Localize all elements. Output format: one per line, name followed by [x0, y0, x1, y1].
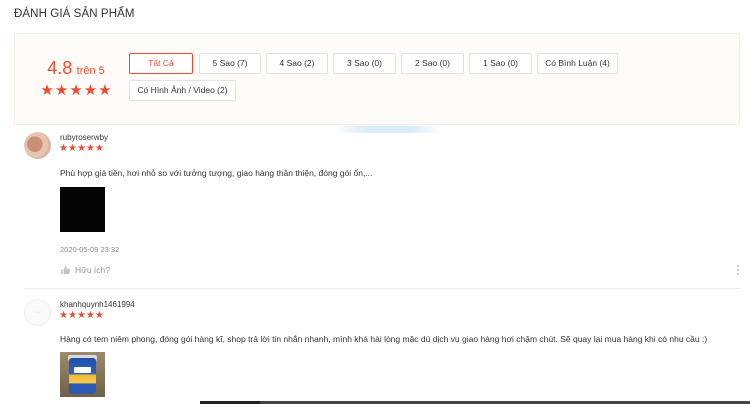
filter-1-star-button[interactable]: 1 Sao (0)	[469, 53, 532, 74]
helpful-button[interactable]: Hữu ích?	[60, 265, 110, 275]
username[interactable]: khanhquynh1461994	[60, 300, 135, 309]
more-options-icon[interactable]	[737, 265, 740, 275]
star-icon: ★	[76, 310, 86, 321]
review-time: 2020-05-09 23:32	[60, 245, 120, 254]
star-icon: ★	[69, 82, 83, 99]
filter-with-comment-button[interactable]: Có Bình Luận (4)	[537, 53, 618, 74]
filter-3-star-button[interactable]: 3 Sao (0)	[333, 53, 396, 74]
review-stars: ★ ★ ★ ★ ★	[59, 144, 104, 154]
username[interactable]: rubyroserwby	[60, 133, 108, 142]
star-icon: ★	[85, 143, 95, 154]
review-item: rubyroserwby ★ ★ ★ ★ ★ Phù hợp giá tiền,…	[24, 132, 740, 282]
star-icon: ★	[98, 82, 112, 99]
star-icon: ★	[83, 82, 98, 99]
filter-all-button[interactable]: Tất Cả	[129, 53, 193, 74]
filter-4-star-button[interactable]: 4 Sao (2)	[266, 53, 328, 74]
avatar[interactable]	[24, 132, 51, 159]
review-image[interactable]	[60, 187, 105, 232]
star-icon: ★	[94, 143, 104, 154]
score-line: 4.8 trên 5	[37, 58, 115, 79]
star-icon: ★	[67, 143, 77, 154]
star-icon: ★	[59, 310, 68, 321]
overview-stars: ★ ★ ★ ★ ★	[37, 83, 115, 98]
review-item: ··· khanhquynh1461994 ★ ★ ★ ★ ★ Hàng có …	[24, 299, 740, 401]
filter-5-star-button[interactable]: 5 Sao (7)	[199, 53, 261, 74]
score-suffix: trên 5	[76, 65, 105, 77]
star-icon: ★	[94, 310, 104, 321]
star-icon: ★	[40, 82, 54, 99]
rating-overview: 4.8 trên 5 ★ ★ ★ ★ ★ Tất Cả 5 Sao (7) 4 …	[14, 33, 740, 125]
thumbs-up-icon	[60, 265, 71, 275]
section-title: ĐÁNH GIÁ SẢN PHẨM	[14, 8, 135, 20]
score-box: 4.8 trên 5 ★ ★ ★ ★ ★	[37, 58, 115, 98]
avatar[interactable]: ···	[24, 299, 51, 326]
review-image[interactable]	[60, 352, 105, 397]
filter-with-media-button[interactable]: Có Hình Ảnh / Video (2)	[129, 80, 236, 101]
review-comment: Hàng có tem niêm phong, đóng gói hàng kĩ…	[60, 334, 708, 344]
review-divider	[24, 288, 740, 289]
star-icon: ★	[59, 143, 68, 154]
star-icon: ★	[54, 82, 69, 99]
review-stars: ★ ★ ★ ★ ★	[59, 311, 104, 321]
star-icon: ★	[76, 143, 86, 154]
product-label	[74, 367, 91, 373]
star-icon: ★	[67, 310, 77, 321]
filter-2-star-button[interactable]: 2 Sao (0)	[401, 53, 464, 74]
average-score: 4.8	[47, 58, 73, 78]
helpful-label: Hữu ích?	[75, 265, 110, 275]
product-can	[69, 358, 96, 394]
review-comment: Phù hợp giá tiền, hơi nhỏ so với tưởng t…	[60, 168, 373, 178]
star-icon: ★	[85, 310, 95, 321]
